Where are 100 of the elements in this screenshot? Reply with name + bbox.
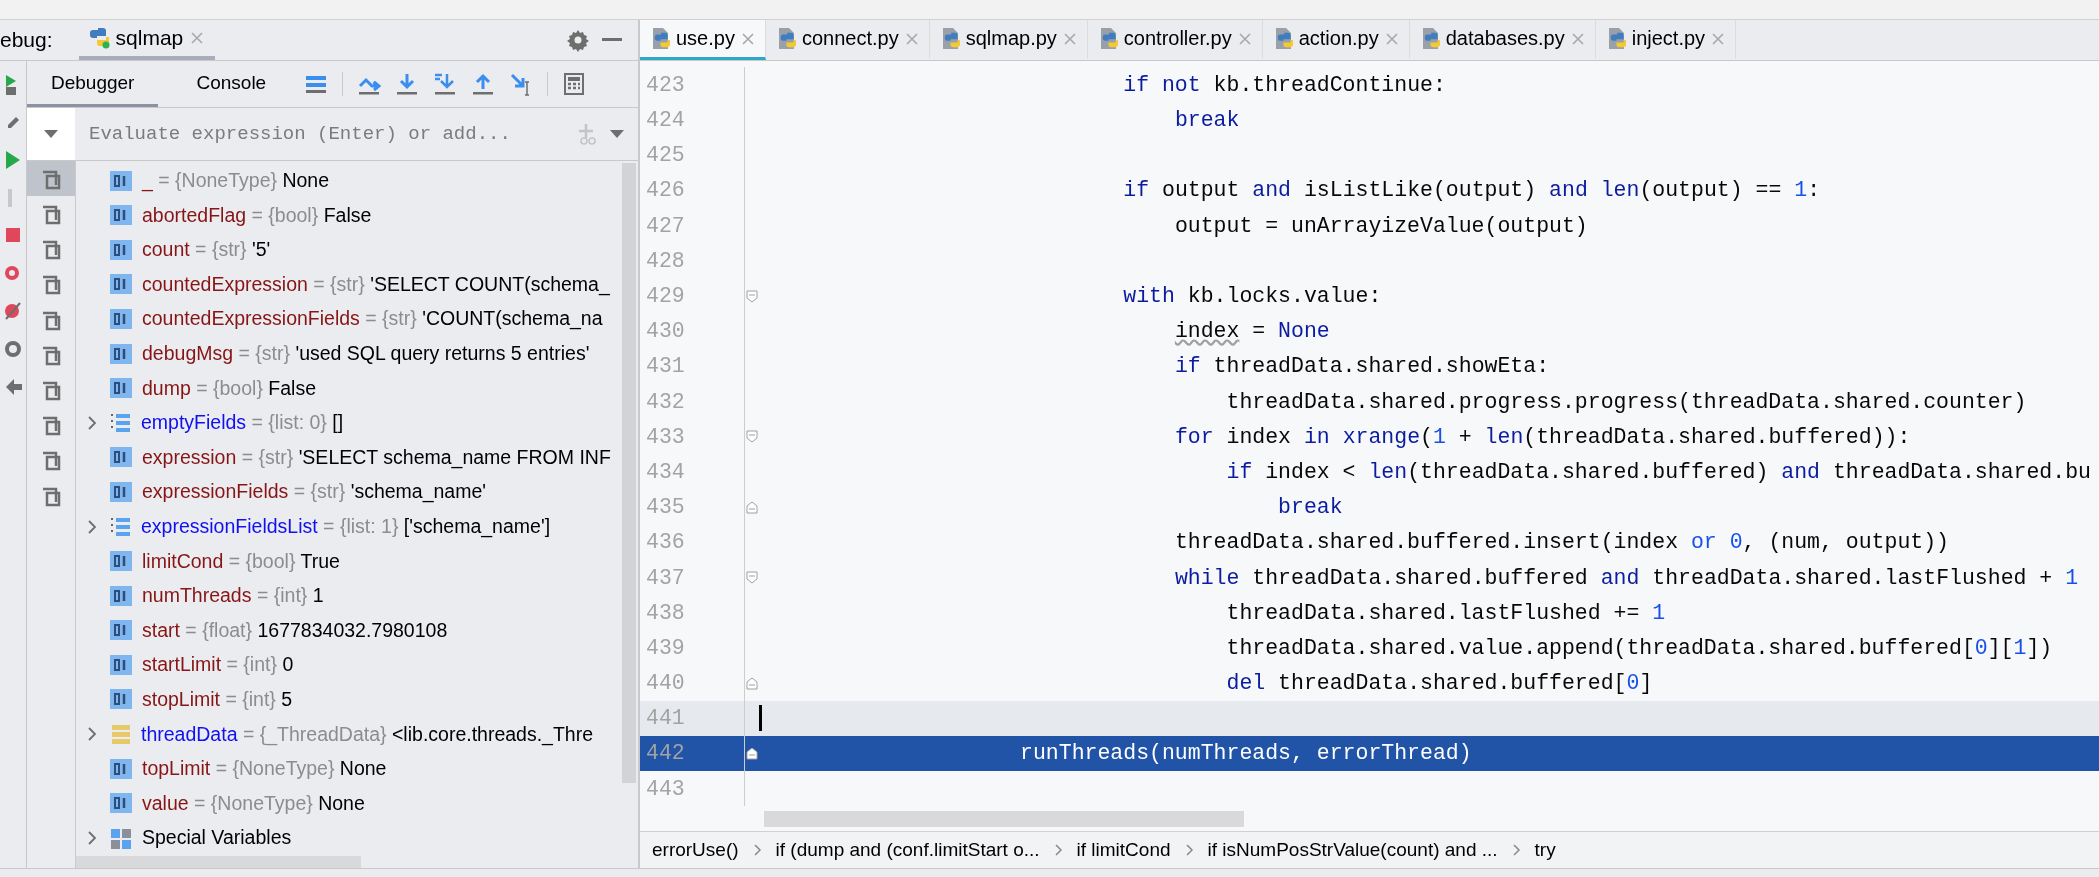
chevron-icon <box>1053 843 1063 858</box>
code-line: threadData.shared.progress.progress(threadData.shared.counter) <box>1225 389 2027 414</box>
session-tab[interactable]: sqlmap <box>78 20 216 61</box>
copy-icon <box>41 203 61 226</box>
line-number: 431 <box>645 354 686 379</box>
close-icon[interactable] <box>740 31 755 46</box>
scrollbar[interactable] <box>764 811 1244 828</box>
scalar-icon <box>110 585 132 606</box>
breadcrumb[interactable]: if (dump and (conf.limitStart o... <box>775 839 1040 862</box>
line-number: 442 <box>645 741 686 766</box>
copy-icon <box>41 414 61 437</box>
grid-icon <box>110 826 132 849</box>
breadcrumb[interactable]: if isNumPosStrValue(count) and ... <box>1207 839 1498 862</box>
scalar-icon <box>110 447 132 468</box>
object-icon <box>110 723 131 746</box>
file-tab[interactable]: databases.py <box>1409 20 1596 61</box>
evaluate-field[interactable]: Evaluate expression (Enter) or add... <box>87 122 564 147</box>
code-line: threadData.shared.buffered.insert(index or 0, (num, output)) <box>1173 530 1949 555</box>
line-number: 428 <box>645 248 686 273</box>
variable-entry[interactable]: limitCond = {bool} True <box>142 549 340 573</box>
line-number: 439 <box>645 635 686 660</box>
file-tab[interactable]: inject.py <box>1595 20 1737 61</box>
line-number: 433 <box>645 424 686 449</box>
file-tab[interactable]: controller.py <box>1087 20 1263 61</box>
scalar-icon <box>110 481 132 502</box>
line-number: 432 <box>645 389 686 414</box>
variable-entry[interactable]: start = {float} 1677834032.7980108 <box>142 618 448 642</box>
file-tab[interactable]: sqlmap.py <box>929 20 1088 61</box>
code-line: with kb.locks.value: <box>1122 284 1382 308</box>
resume-icon[interactable] <box>4 149 22 172</box>
line-number: 423 <box>645 72 686 97</box>
variable-entry[interactable]: expressionFieldsList = {list: 1} ['schema_name'] <box>141 515 551 538</box>
code-line: if output and isListLike(output) and len(output) == 1: <box>1122 178 1821 203</box>
variable-entry[interactable]: debugMsg = {str} 'used SQL query returns 5 entries' <box>142 342 590 366</box>
copy-icon <box>41 449 61 472</box>
panel-title: ebug: <box>0 28 53 53</box>
line-number: 430 <box>645 319 686 344</box>
line-number: 434 <box>645 459 686 484</box>
variable-entry[interactable]: countedExpression = {str} 'SELECT COUNT(schema_ <box>142 272 610 296</box>
fold-icon[interactable] <box>746 746 758 760</box>
line-number: 427 <box>645 213 686 238</box>
code-line: if not kb.threadContinue: <box>1122 72 1446 97</box>
variable-entry[interactable]: dump = {bool} False <box>142 376 316 400</box>
text-cursor <box>759 705 762 732</box>
code-line: output = unArrayizeValue(output) <box>1173 213 1588 238</box>
chevron-icon <box>1511 843 1521 858</box>
code-line: runThreads(numThreads, errorThread) <box>1019 741 1472 766</box>
debugger-tab[interactable]: Console <box>172 61 291 108</box>
stack-frame[interactable] <box>27 161 75 197</box>
chevron-icon <box>752 843 762 858</box>
step-into-icon[interactable] <box>433 72 458 97</box>
code-line: threadData.shared.value.append(threadData.shared.buffered[0][1]) <box>1225 635 2053 660</box>
code-line: threadData.shared.lastFlushed += 1 <box>1225 600 1666 625</box>
variable-entry[interactable]: threadData = {_ThreadData} <lib.core.threads._Thre <box>141 722 594 746</box>
file-tab[interactable]: use.py <box>640 20 766 61</box>
file-tab[interactable]: connect.py <box>765 20 930 61</box>
variable-entry[interactable]: countedExpressionFields = {str} 'COUNT(schema_na <box>142 307 603 331</box>
variable-entry[interactable]: startLimit = {int} 0 <box>142 653 294 677</box>
python-file-icon <box>650 26 670 51</box>
variable-entry[interactable]: topLimit = {NoneType} None <box>142 757 387 781</box>
variable-entry[interactable]: value = {NoneType} None <box>142 791 365 815</box>
breadcrumb[interactable]: try <box>1534 839 1556 862</box>
breadcrumb[interactable]: errorUse() <box>652 839 739 862</box>
line-number: 425 <box>645 143 686 168</box>
chevron-icon <box>1184 843 1194 858</box>
variable-entry[interactable]: expressionFields = {str} 'schema_name' <box>142 480 486 504</box>
line-number: 424 <box>645 108 686 133</box>
scalar-icon <box>110 239 132 260</box>
variable-entry[interactable]: count = {str} '5' <box>142 238 271 262</box>
scalar-icon <box>110 378 132 399</box>
list-icon <box>110 411 131 434</box>
calculator-icon[interactable] <box>562 72 587 97</box>
line-number: 437 <box>645 565 686 590</box>
code-line: index = None <box>1173 319 1330 344</box>
line-number: 435 <box>645 495 686 520</box>
variable-entry[interactable]: abortedFlag = {bool} False <box>142 203 372 227</box>
variable-entry[interactable]: _ = {NoneType} None <box>142 169 330 193</box>
code-line: del threadData.shared.buffered[0] <box>1225 671 1653 696</box>
file-tab[interactable]: action.py <box>1262 20 1410 61</box>
code-line: for index in xrange(1 + len(threadData.shared.buffered)): <box>1173 424 1911 449</box>
line-number: 440 <box>645 671 686 696</box>
line-number: 426 <box>645 178 686 203</box>
scalar-icon <box>110 620 132 641</box>
variable-entry[interactable]: Special Variables <box>142 826 292 850</box>
step-out-icon[interactable] <box>471 72 496 97</box>
line-number: 438 <box>645 600 686 625</box>
copy-icon <box>41 238 61 261</box>
scalar-icon <box>110 654 132 675</box>
variable-entry[interactable]: emptyFields = {list: 0} [] <box>141 411 344 435</box>
variable-entry[interactable]: stopLimit = {int} 5 <box>142 688 293 711</box>
scrollbar[interactable] <box>76 856 361 869</box>
scrollbar[interactable] <box>622 163 636 784</box>
scalar-icon <box>110 308 132 329</box>
variable-entry[interactable]: expression = {str} 'SELECT schema_name FROM INF <box>142 445 611 469</box>
scalar-icon <box>110 274 132 295</box>
variable-entry[interactable]: numThreads = {int} 1 <box>142 584 324 608</box>
line-number: 429 <box>645 284 686 308</box>
step-into-icon[interactable] <box>395 72 420 97</box>
code-line: if index < len(threadData.shared.buffered) and threadData.shared.bu <box>1225 459 2091 484</box>
breadcrumb[interactable]: if limitCond <box>1076 839 1171 862</box>
